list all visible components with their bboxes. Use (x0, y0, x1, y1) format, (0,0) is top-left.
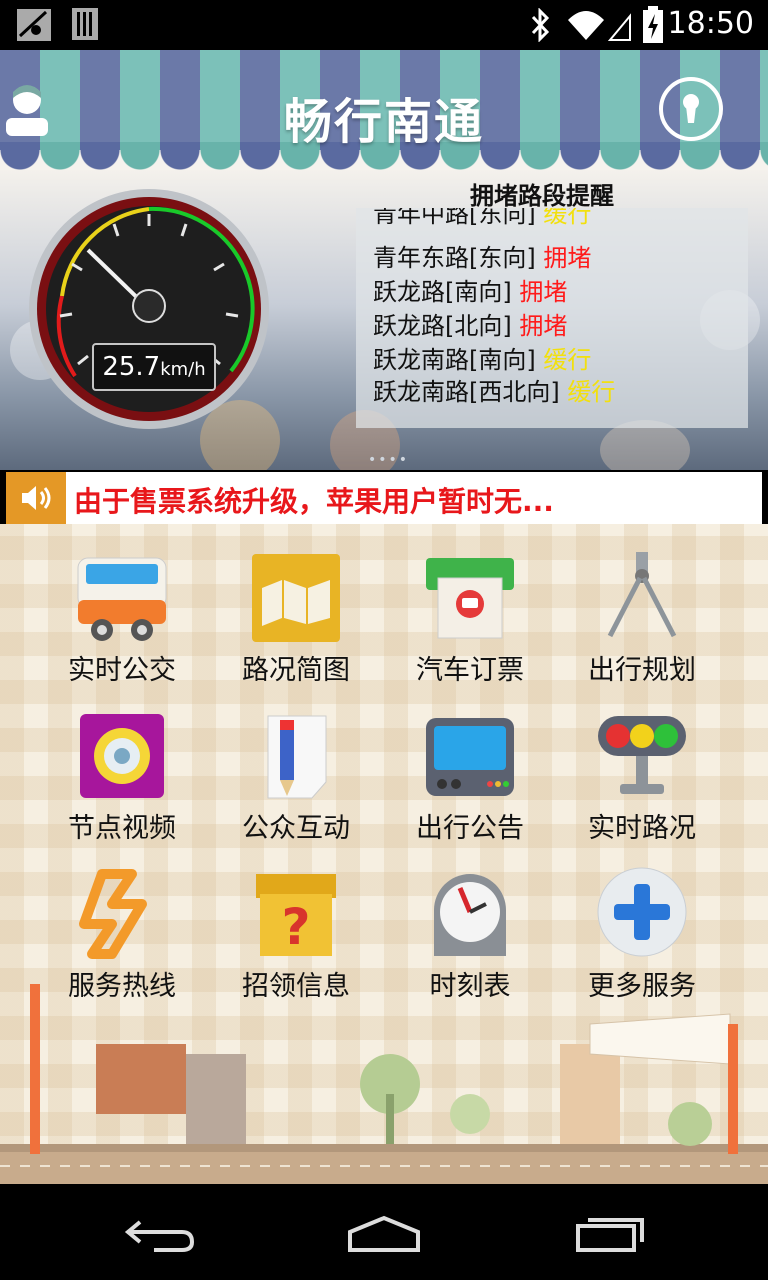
status-bar: 18:50 (0, 0, 768, 50)
sim-icon (72, 8, 98, 40)
menu-item-lost-found[interactable]: ? 招领信息 (216, 864, 376, 1014)
compass-icon (607, 552, 677, 638)
menu-label: 时刻表 (429, 971, 511, 1002)
speaker-icon (6, 472, 66, 524)
system-nav-bar (0, 1184, 768, 1280)
speed-unit: km/h (160, 359, 206, 380)
menu-item-bus[interactable]: 实时公交 (42, 548, 202, 698)
list-item: 跃龙路[南向] 拥堵 (373, 278, 568, 306)
menu-item-announcement[interactable]: 出行公告 (390, 706, 550, 856)
menu-label: 招领信息 (242, 971, 350, 1002)
menu-label: 更多服务 (588, 971, 696, 1002)
menu-area: 实时公交 路况简图 汽车订票 出行规划 节点视频 公众互动 出行公告 实时路况 … (0, 524, 768, 1184)
menu-item-planning[interactable]: 出行规划 (562, 548, 722, 698)
clock-icon (434, 874, 506, 956)
congestion-title: 拥堵路段提醒 (470, 182, 614, 210)
list-item: 跃龙南路[南向] 缓行 (373, 346, 592, 374)
speed-readout: 25.7km/h (92, 343, 216, 391)
menu-label: 服务热线 (68, 971, 176, 1002)
home-icon[interactable] (346, 1214, 422, 1254)
hotline-icon (79, 869, 147, 959)
back-icon[interactable] (124, 1214, 196, 1254)
keyhole-icon[interactable] (658, 76, 724, 142)
question-box-icon: ? (256, 874, 336, 956)
speedometer-gauge (29, 189, 269, 429)
list-item: 青年东路[东向] 拥堵 (373, 244, 592, 272)
bluetooth-icon (531, 8, 550, 42)
clock-text: 18:50 (667, 6, 754, 41)
bus-icon (77, 557, 167, 641)
list-item: 青年中路[东向] 缓行 (373, 208, 592, 228)
menu-label: 节点视频 (68, 813, 176, 844)
menu-label: 公众互动 (242, 813, 350, 844)
traffic-light-icon (598, 716, 686, 794)
list-item: 跃龙南路[西北向] 缓行 (373, 378, 616, 406)
congestion-list[interactable]: 青年中路[东向] 缓行 青年东路[东向] 拥堵 跃龙路[南向] 拥堵 跃龙路[北… (356, 208, 748, 428)
menu-label: 路况简图 (242, 655, 350, 686)
map-icon (252, 554, 340, 642)
recents-icon[interactable] (574, 1214, 646, 1254)
pencil-paper-icon (267, 715, 327, 799)
page-title: 畅行南通 (283, 94, 484, 150)
list-item: 跃龙路[北向] 拥堵 (373, 312, 568, 340)
monitor-icon (426, 718, 514, 796)
speed-value: 25.7 (102, 352, 161, 382)
menu-item-traffic[interactable]: 实时路况 (562, 706, 722, 856)
menu-item-more[interactable]: 更多服务 (562, 864, 722, 1014)
notice-text: 由于售票系统升级，苹果用户暂时无... (74, 485, 554, 518)
menu-label: 汽车订票 (416, 655, 524, 686)
menu-label: 实时公交 (68, 655, 176, 686)
menu-item-map[interactable]: 路况简图 (216, 548, 376, 698)
plus-icon (597, 867, 687, 957)
ticket-icon (426, 558, 514, 639)
notification-icon (17, 9, 51, 41)
svg-text:?: ? (281, 898, 310, 956)
camera-icon (80, 714, 164, 798)
menu-label: 出行公告 (416, 813, 524, 844)
menu-item-ticket[interactable]: 汽车订票 (390, 548, 550, 698)
menu-label: 实时路况 (588, 813, 696, 844)
wifi-icon (568, 11, 631, 41)
menu-item-timetable[interactable]: 时刻表 (390, 864, 550, 1014)
menu-item-interaction[interactable]: 公众互动 (216, 706, 376, 856)
pager-dots: •••• (368, 452, 410, 468)
menu-label: 出行规划 (588, 655, 696, 686)
menu-item-hotline[interactable]: 服务热线 (42, 864, 202, 1014)
menu-item-video[interactable]: 节点视频 (42, 706, 202, 856)
notice-bar[interactable]: 由于售票系统升级，苹果用户暂时无... (6, 472, 762, 524)
battery-icon (643, 6, 663, 43)
